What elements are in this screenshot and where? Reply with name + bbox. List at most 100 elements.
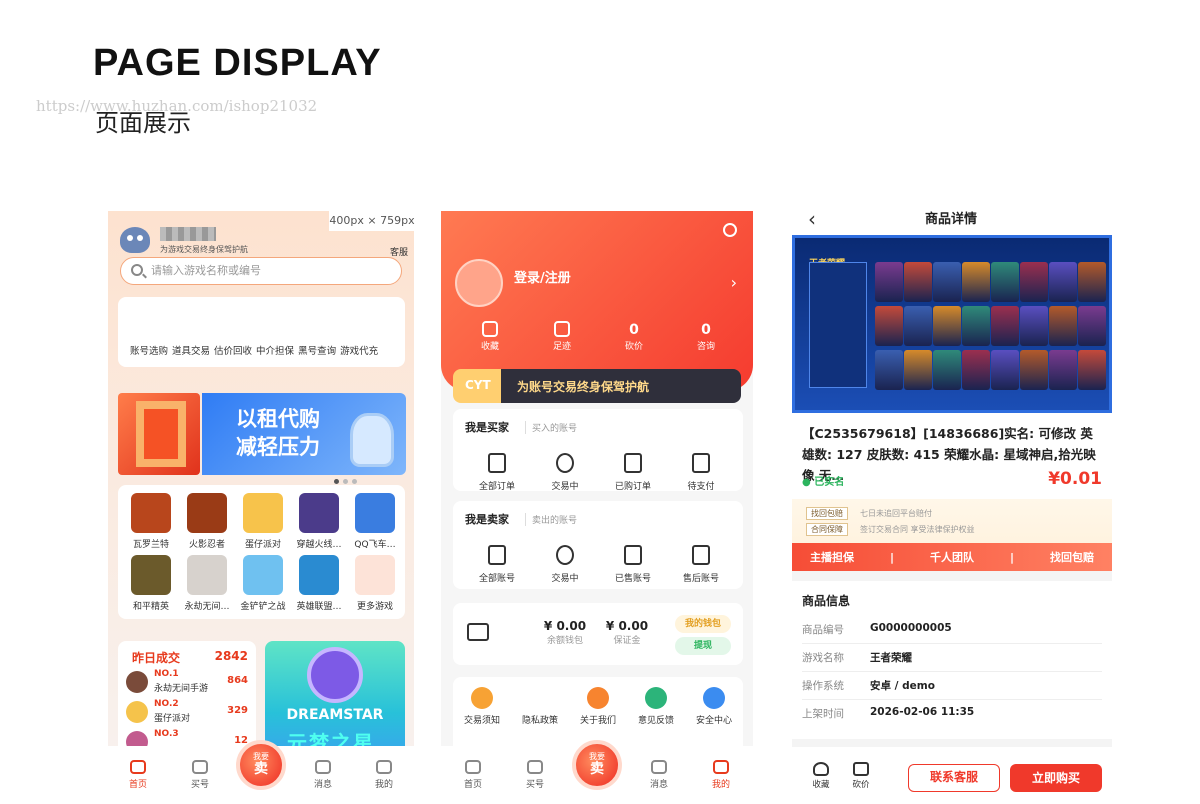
seller-sub: 卖出的账号 xyxy=(525,513,577,526)
tab-label: 买号 xyxy=(190,780,209,790)
tab-buy[interactable]: 买号 xyxy=(515,760,555,790)
category-item[interactable]: 游戏代充 xyxy=(340,343,378,357)
game-item[interactable]: 火影忍者 xyxy=(180,493,234,550)
login-button[interactable]: 登录/注册 xyxy=(514,267,571,286)
category-item[interactable]: 道具交易 xyxy=(172,343,210,357)
detail-title: 商品详情 xyxy=(924,212,977,227)
stat-bargain[interactable]: 0 砍价 xyxy=(609,321,659,352)
tool-privacy[interactable]: 隐私政策 xyxy=(513,687,567,726)
dreamstar-title: DREAMSTAR xyxy=(286,707,384,723)
deal-count: 329 xyxy=(227,705,248,716)
stat-label: 足迹 xyxy=(552,342,571,352)
stat-consult[interactable]: 0 咨询 xyxy=(681,321,731,352)
account-screenshot[interactable]: 王者荣耀 xyxy=(792,235,1112,413)
tab-home[interactable]: 首页 xyxy=(118,760,158,790)
category-item[interactable]: 中介担保 xyxy=(256,343,294,357)
game-label: 金铲铲之战 xyxy=(240,602,286,612)
tab-mine[interactable]: 我的 xyxy=(364,760,404,790)
home-icon xyxy=(465,760,481,774)
receipt-icon xyxy=(692,453,710,473)
my-wallet-button[interactable]: 我的钱包 xyxy=(675,615,731,633)
hero-thumbnail xyxy=(991,350,1019,390)
game-item[interactable]: 和平精英 xyxy=(124,555,178,612)
deposit-label: 保证金 xyxy=(613,636,641,646)
category-item[interactable]: 估价回收 xyxy=(214,343,252,357)
stat-favorites[interactable]: 收藏 xyxy=(465,321,515,352)
item-label: 交易中 xyxy=(551,574,579,584)
back-icon[interactable]: ‹ xyxy=(808,211,816,231)
seller-all-accounts[interactable]: 全部账号 xyxy=(469,545,525,584)
cyt-badge: CYT xyxy=(465,378,491,392)
sell-button[interactable]: 我要卖 xyxy=(236,740,286,790)
buyer-trading[interactable]: 交易中 xyxy=(537,453,593,492)
item-label: 交易中 xyxy=(551,482,579,492)
buyer-pending[interactable]: 待支付 xyxy=(673,453,729,492)
seller-sold[interactable]: 已售账号 xyxy=(605,545,661,584)
game-item[interactable]: 蛋仔派对 xyxy=(236,493,290,550)
game-item[interactable]: 英雄联盟… xyxy=(292,555,346,612)
customer-service-button[interactable]: 客服 xyxy=(390,245,408,258)
tool-about[interactable]: 关于我们 xyxy=(571,687,625,726)
withdraw-button[interactable]: 提现 xyxy=(675,637,731,655)
avatar[interactable] xyxy=(455,259,503,307)
tool-feedback[interactable]: 意见反馈 xyxy=(629,687,683,726)
game-grid: 瓦罗兰特 火影忍者 蛋仔派对 穿越火线… QQ飞车… 和平精英 永劫无间… 金铲铲之战 英雄联盟… xyxy=(118,485,405,619)
sell-main: 卖 xyxy=(590,761,604,777)
game-label: 英雄联盟… xyxy=(296,602,342,612)
tab-messages[interactable]: 消息 xyxy=(639,760,679,790)
service-tag: 千人团队 xyxy=(929,551,974,564)
game-item[interactable]: QQ飞车… xyxy=(348,493,402,550)
item-label: 待支付 xyxy=(687,482,715,492)
game-label: 瓦罗兰特 xyxy=(132,540,169,550)
contact-service-button[interactable]: 联系客服 xyxy=(908,764,1000,792)
promo-banner[interactable]: 以租代购 减轻压力 xyxy=(118,383,406,484)
bargain-button[interactable]: 砍价 xyxy=(846,762,876,790)
seller-aftersale[interactable]: 售后账号 xyxy=(673,545,729,584)
seller-title: 我是卖家 xyxy=(465,513,509,526)
list-item[interactable]: NO.1 永劫无间手游 864 xyxy=(126,669,250,697)
game-item[interactable]: 永劫无间… xyxy=(180,555,234,612)
settings-icon[interactable] xyxy=(723,223,737,237)
deposit: ¥ 0.00 保证金 xyxy=(595,619,659,646)
category-item[interactable]: 黑号查询 xyxy=(298,343,336,357)
aftersale-icon xyxy=(692,545,710,565)
hero-thumbnail xyxy=(962,262,990,302)
game-avatar xyxy=(126,701,148,723)
search-input[interactable]: 请输入游戏名称或编号 xyxy=(120,257,402,285)
game-item[interactable]: 瓦罗兰特 xyxy=(124,493,178,550)
buy-now-button[interactable]: 立即购买 xyxy=(1010,764,1102,792)
carousel-dots[interactable] xyxy=(334,479,357,484)
seller-trading[interactable]: 交易中 xyxy=(537,545,593,584)
buyer-sub: 买入的账号 xyxy=(525,421,577,434)
bottom-tabbar: 首页 买号 我要卖 消息 我的 xyxy=(441,740,753,804)
tab-messages[interactable]: 消息 xyxy=(303,760,343,790)
divider xyxy=(792,571,1112,581)
buyer-all-orders[interactable]: 全部订单 xyxy=(469,453,525,492)
stat-footprint[interactable]: 足迹 xyxy=(537,321,587,352)
category-item[interactable]: 账号选购 xyxy=(130,343,168,357)
service-tag: 主播担保 xyxy=(809,551,854,564)
guarantee-banner[interactable]: CYT 为账号交易终身保驾护航 xyxy=(453,369,741,403)
page-title: PAGE DISPLAY xyxy=(93,42,382,84)
tab-mine[interactable]: 我的 xyxy=(701,760,741,790)
rank-label: NO.3 xyxy=(154,729,179,739)
buyer-purchased[interactable]: 已购订单 xyxy=(605,453,661,492)
dreamstar-card[interactable]: DREAMSTAR 元梦之星 xyxy=(265,641,405,761)
list-item[interactable]: NO.2 蛋仔派对 329 xyxy=(126,699,250,727)
tool-trade-notice[interactable]: 交易须知 xyxy=(455,687,509,726)
game-icon xyxy=(187,493,227,533)
tab-home[interactable]: 首页 xyxy=(453,760,493,790)
sell-button[interactable]: 我要卖 xyxy=(572,740,622,790)
game-label: 蛋仔派对 xyxy=(244,540,281,550)
game-item[interactable]: 金铲铲之战 xyxy=(236,555,290,612)
game-item[interactable]: 穿越火线… xyxy=(292,493,346,550)
bottom-tabbar: 首页 买号 我要卖 消息 我的 xyxy=(108,740,414,804)
hero-thumbnail xyxy=(875,306,903,346)
tool-security[interactable]: 安全中心 xyxy=(687,687,741,726)
tab-buy[interactable]: 买号 xyxy=(180,760,220,790)
hero-thumbnail xyxy=(1049,350,1077,390)
game-item[interactable]: 更多游戏 xyxy=(348,555,402,612)
chevron-right-icon[interactable]: › xyxy=(731,273,737,292)
user-icon xyxy=(713,760,729,774)
favorite-button[interactable]: 收藏 xyxy=(806,762,836,790)
